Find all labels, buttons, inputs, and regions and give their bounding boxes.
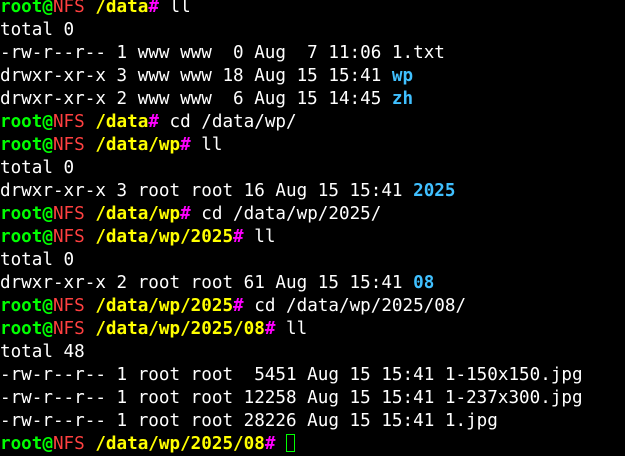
prompt-host: NFS — [52, 112, 85, 132]
prompt-line: root@NFS /data/wp/2025# ll — [0, 226, 625, 249]
prompt-path: /data/wp/2025/08 — [95, 319, 265, 339]
prompt-line: root@NFS /data/wp/2025/08# ll — [0, 318, 625, 341]
output-text: -rw-r--r-- 1 root root 28226 Aug 15 15:4… — [0, 411, 445, 431]
output-text: total 0 — [0, 20, 75, 40]
prompt-path: /data/wp/2025/08 — [95, 434, 265, 454]
prompt-line: root@NFS /data/wp# cd /data/wp/2025/ — [0, 203, 625, 226]
prompt-at: @ — [42, 319, 53, 339]
prompt-host: NFS — [52, 319, 85, 339]
file-name: 1.txt — [391, 43, 445, 63]
command-text: ll — [275, 319, 308, 339]
prompt-user: root — [0, 227, 43, 247]
output-text: drwxr-xr-x 3 www www 18 Aug 15 15:41 — [0, 66, 392, 86]
prompt-user: root — [0, 319, 43, 339]
output-text: drwxr-xr-x 2 root root 61 Aug 15 15:41 — [0, 273, 414, 293]
cursor[interactable] — [286, 434, 296, 452]
prompt-at: @ — [42, 434, 53, 454]
prompt-host: NFS — [52, 296, 85, 316]
output-line: drwxr-xr-x 3 root root 16 Aug 15 15:41 2… — [0, 180, 625, 203]
directory-name: zh — [391, 89, 414, 109]
prompt-hash: # — [148, 0, 159, 17]
prompt-path: /data — [95, 0, 149, 17]
prompt-user: root — [0, 0, 43, 17]
command-text: cd /data/wp/ — [158, 112, 297, 132]
output-line: drwxr-xr-x 3 www www 18 Aug 15 15:41 wp — [0, 65, 625, 88]
prompt-path: /data/wp — [95, 135, 181, 155]
command-text: ll — [243, 227, 276, 247]
output-line: -rw-r--r-- 1 www www 0 Aug 7 11:06 1.txt — [0, 42, 625, 65]
prompt-path: /data/wp/2025 — [95, 227, 234, 247]
prompt-hash: # — [148, 112, 159, 132]
output-text: drwxr-xr-x 2 www www 6 Aug 15 14:45 — [0, 89, 392, 109]
output-line: -rw-r--r-- 1 root root 28226 Aug 15 15:4… — [0, 410, 625, 433]
prompt-line: root@NFS /data/wp/2025# cd /data/wp/2025… — [0, 295, 625, 318]
prompt-hash: # — [180, 204, 191, 224]
terminal-window[interactable]: root@NFS /data# ll total 0 -rw-r--r-- 1 ww… — [0, 0, 625, 456]
prompt-host: NFS — [52, 135, 85, 155]
prompt-at: @ — [42, 204, 53, 224]
prompt-at: @ — [42, 135, 53, 155]
prompt-user: root — [0, 112, 43, 132]
file-name: 1-237x300.jpg — [444, 388, 583, 408]
prompt-at: @ — [42, 112, 53, 132]
prompt-path: /data/wp — [95, 204, 181, 224]
file-name: 1.jpg — [444, 411, 498, 431]
prompt-host: NFS — [52, 227, 85, 247]
prompt-line: root@NFS /data# ll — [0, 0, 625, 19]
directory-name: 08 — [413, 273, 435, 293]
output-text: -rw-r--r-- 1 root root 12258 Aug 15 15:4… — [0, 388, 445, 408]
output-line: drwxr-xr-x 2 www www 6 Aug 15 14:45 zh — [0, 88, 625, 111]
output-line: drwxr-xr-x 2 root root 61 Aug 15 15:41 0… — [0, 272, 625, 295]
output-text: total 0 — [0, 158, 75, 178]
output-line: total 48 — [0, 341, 625, 364]
prompt-user: root — [0, 434, 43, 454]
output-line: -rw-r--r-- 1 root root 5451 Aug 15 15:41… — [0, 364, 625, 387]
prompt-path: /data — [95, 112, 149, 132]
prompt-hash: # — [264, 319, 276, 339]
prompt-path: /data/wp/2025 — [95, 296, 234, 316]
prompt-at: @ — [42, 227, 53, 247]
prompt-line: root@NFS /data/wp# ll — [0, 134, 625, 157]
prompt-user: root — [0, 135, 43, 155]
command-text — [275, 434, 286, 454]
prompt-at: @ — [42, 296, 53, 316]
output-text: -rw-r--r-- 1 root root 5451 Aug 15 15:41 — [0, 365, 445, 385]
output-text: -rw-r--r-- 1 www www 0 Aug 7 11:06 — [0, 43, 392, 63]
prompt-hash: # — [264, 434, 276, 454]
prompt-line: root@NFS /data# cd /data/wp/ — [0, 111, 625, 134]
prompt-host: NFS — [52, 434, 85, 454]
prompt-hash: # — [180, 135, 191, 155]
directory-name: 2025 — [413, 181, 456, 201]
command-text: cd /data/wp/2025/08/ — [243, 296, 467, 316]
prompt-host: NFS — [52, 0, 85, 17]
command-text: ll — [158, 0, 191, 17]
file-name: 1-150x150.jpg — [444, 365, 583, 385]
output-line: -rw-r--r-- 1 root root 12258 Aug 15 15:4… — [0, 387, 625, 410]
prompt-user: root — [0, 204, 43, 224]
command-text: cd /data/wp/2025/ — [190, 204, 382, 224]
output-line: total 0 — [0, 157, 625, 180]
prompt-hash: # — [233, 227, 244, 247]
output-text: total 0 — [0, 250, 75, 270]
prompt-hash: # — [233, 296, 244, 316]
command-text: ll — [190, 135, 223, 155]
output-text: total 48 — [0, 342, 85, 362]
output-text: drwxr-xr-x 3 root root 16 Aug 15 15:41 — [0, 181, 414, 201]
directory-name: wp — [391, 66, 414, 86]
prompt-user: root — [0, 296, 43, 316]
prompt-at: @ — [42, 0, 53, 17]
output-line: total 0 — [0, 249, 625, 272]
prompt-host: NFS — [52, 204, 85, 224]
output-line: total 0 — [0, 19, 625, 42]
